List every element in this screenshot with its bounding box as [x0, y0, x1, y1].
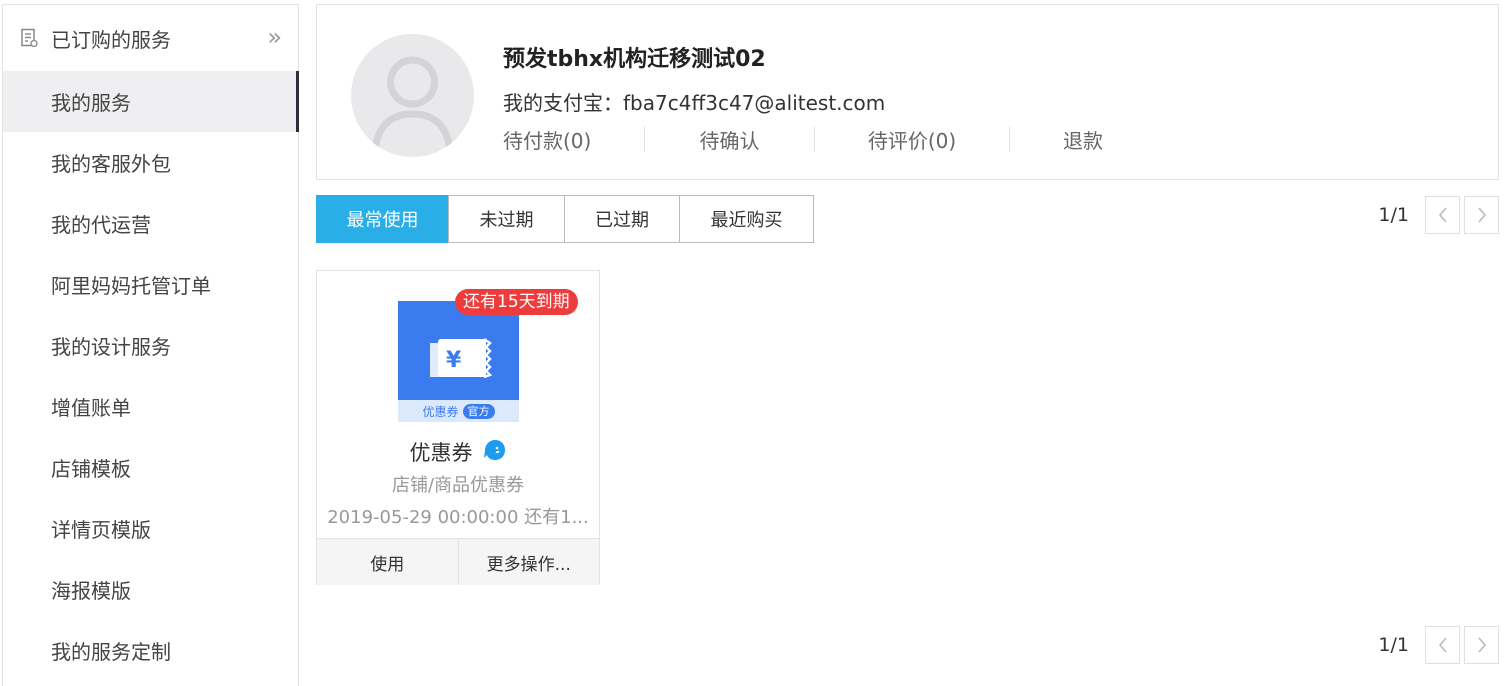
- sidebar-header: 已订购的服务 »: [3, 5, 298, 71]
- sidebar-item-poster-templates[interactable]: 海报模版: [3, 559, 298, 620]
- expiry-badge: 还有15天到期: [455, 289, 578, 315]
- order-status-row: 待付款(0) 待确认 待评价(0) 退款: [503, 125, 1156, 153]
- sidebar-item-label: 阿里妈妈托管订单: [51, 274, 211, 298]
- alipay-account-row: 我的支付宝：fba7c4ff3c47@alitest.com: [503, 87, 885, 116]
- tab-recent-purchase[interactable]: 最近购买: [679, 195, 814, 243]
- sidebar-item-custom-services[interactable]: 我的服务定制: [3, 620, 298, 681]
- sidebar-item-value-added-bills[interactable]: 增值账单: [3, 376, 298, 437]
- service-card: ¥ 优惠券 官方 还有15天到期 优惠券 店铺/商品优惠券 2019-05-29…: [316, 270, 600, 585]
- service-expiry-date: 2019-05-29 00:00:00 还有1...: [327, 507, 589, 528]
- tab-not-expired[interactable]: 未过期: [448, 195, 565, 243]
- more-actions-button[interactable]: 更多操作...: [457, 539, 599, 585]
- coupon-thumb-footer: 优惠券 官方: [398, 400, 519, 422]
- service-subtitle: 店铺/商品优惠券: [391, 475, 525, 496]
- sidebar-item-customer-service-outsourcing[interactable]: 我的客服外包: [3, 132, 298, 193]
- chevron-right-icon[interactable]: [1464, 626, 1499, 664]
- sidebar-item-label: 我的代运营: [51, 213, 151, 237]
- sidebar-item-design-services[interactable]: 我的设计服务: [3, 315, 298, 376]
- sidebar-title: 已订购的服务: [51, 27, 171, 52]
- status-refund[interactable]: 退款: [1010, 125, 1156, 154]
- sidebar-item-label: 我的客服外包: [51, 152, 171, 176]
- sidebar-item-label: 我的设计服务: [51, 335, 171, 359]
- chevron-left-icon[interactable]: [1425, 196, 1460, 234]
- coupon-thumb-label: 优惠券: [422, 404, 459, 419]
- sidebar-item-label: 增值账单: [51, 396, 131, 420]
- chat-bubble-icon[interactable]: [483, 438, 507, 466]
- user-avatar-placeholder-icon: [351, 34, 474, 157]
- sidebar: 已订购的服务 » 我的服务 我的客服外包 我的代运营 阿里妈妈托管订单 我的设计…: [2, 4, 299, 686]
- sidebar-item-label: 详情页模版: [51, 518, 151, 542]
- double-chevron-right-icon[interactable]: »: [267, 25, 282, 49]
- coupon-ticket-icon[interactable]: ¥ 优惠券 官方: [398, 301, 519, 422]
- sidebar-item-detail-page-templates[interactable]: 详情页模版: [3, 498, 298, 559]
- status-pending-payment[interactable]: 待付款(0): [503, 125, 644, 154]
- sidebar-item-label: 我的服务: [51, 91, 131, 115]
- sidebar-item-label: 店铺模板: [51, 457, 131, 481]
- document-icon: [19, 28, 39, 48]
- chevron-left-icon[interactable]: [1425, 626, 1460, 664]
- tab-most-used[interactable]: 最常使用: [316, 195, 449, 243]
- page-count: 1/1: [1378, 634, 1409, 656]
- service-name[interactable]: 优惠券: [410, 437, 473, 467]
- tab-expired[interactable]: 已过期: [564, 195, 680, 243]
- chevron-right-icon[interactable]: [1464, 196, 1499, 234]
- filter-tabs: 最常使用 未过期 已过期 最近购买: [316, 195, 814, 243]
- shop-name: 预发tbhx机构迁移测试02: [503, 47, 766, 72]
- pager-top: 1/1: [1378, 196, 1499, 234]
- sidebar-item-label: 海报模版: [51, 579, 131, 603]
- status-pending-review[interactable]: 待评价(0): [815, 125, 1009, 154]
- pager-bottom: 1/1: [1378, 626, 1499, 664]
- card-actions: 使用 更多操作...: [317, 538, 599, 585]
- sidebar-item-label: 我的服务定制: [51, 640, 171, 664]
- service-name-row: 优惠券: [317, 437, 599, 467]
- use-button[interactable]: 使用: [317, 539, 458, 585]
- profile-card: 预发tbhx机构迁移测试02 我的支付宝：fba7c4ff3c47@alites…: [316, 4, 1499, 180]
- sidebar-item-shop-templates[interactable]: 店铺模板: [3, 437, 298, 498]
- alipay-account: fba7c4ff3c47@alitest.com: [623, 91, 886, 115]
- coupon-symbol: ¥: [446, 348, 462, 373]
- sidebar-item-alimama-orders[interactable]: 阿里妈妈托管订单: [3, 254, 298, 315]
- alipay-label: 我的支付宝：: [503, 91, 623, 115]
- sidebar-item-my-services[interactable]: 我的服务: [3, 71, 299, 132]
- status-pending-confirm[interactable]: 待确认: [645, 125, 814, 154]
- page-count: 1/1: [1378, 204, 1409, 226]
- official-tag: 官方: [462, 403, 495, 419]
- sidebar-item-agency-operation[interactable]: 我的代运营: [3, 193, 298, 254]
